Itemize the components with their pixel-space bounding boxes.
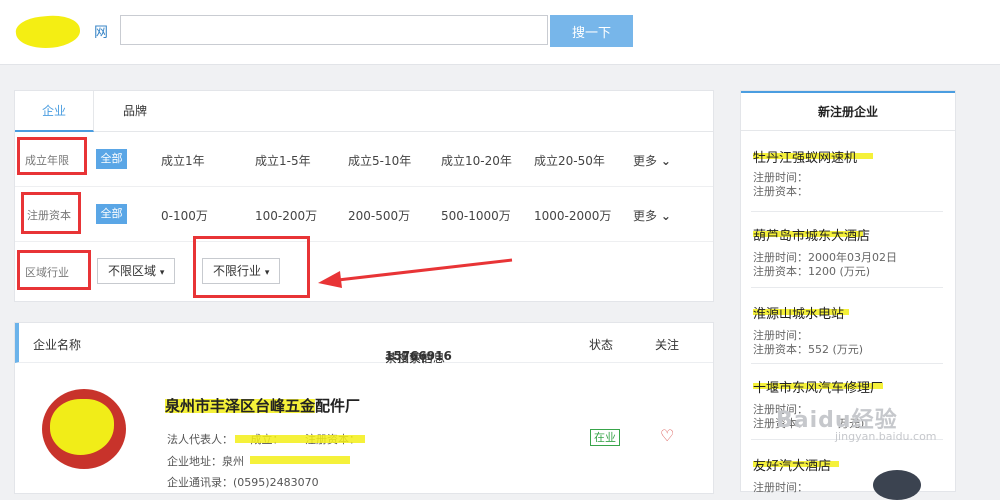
filter-option[interactable]: 500-1000万 xyxy=(441,207,511,224)
search-input[interactable] xyxy=(120,15,548,45)
filter-label-capital: 注册资本 xyxy=(27,209,71,222)
filter-option[interactable]: 成立5-10年 xyxy=(348,152,411,169)
redaction-mark xyxy=(250,456,350,464)
search-button[interactable]: 搜一下 xyxy=(550,15,633,47)
filter-option[interactable]: 100-200万 xyxy=(255,207,317,224)
sidebar-title: 新注册企业 xyxy=(741,91,955,131)
count-suffix: 条相关信息 xyxy=(385,351,446,365)
chevron-down-icon: ⌄ xyxy=(660,209,671,223)
filter-option[interactable]: 成立1年 xyxy=(161,152,205,169)
legal-label: 法人代表人： xyxy=(167,433,233,446)
sidebar-item-capital: 注册资本：1200 (万元) xyxy=(753,263,870,279)
region-dropdown-label: 不限区域 xyxy=(108,264,157,278)
capital-label: 注册资本： xyxy=(753,343,808,356)
filter-option[interactable]: 0-100万 xyxy=(161,207,208,224)
logo-text: 网 xyxy=(94,25,108,41)
filter-option[interactable]: 成立10-20年 xyxy=(441,152,512,169)
sidebar-item-name[interactable]: 友好汽大酒店 xyxy=(753,455,831,474)
sidebar-item-name[interactable]: 十堰市东风汽车修理厂 xyxy=(753,377,883,396)
company-address: 企业地址：泉州 xyxy=(167,453,244,469)
time-label: 注册时间： xyxy=(753,481,808,494)
more-founded[interactable]: 更多 ⌄ xyxy=(633,152,671,169)
sidebar-item-capital: 注册资本：552 (万元) xyxy=(753,341,863,357)
status-badge: 在业 xyxy=(590,429,620,446)
sidebar-item-name[interactable]: 牡丹江强蚁网速机 xyxy=(753,147,857,166)
capital-value: 1200 (万元) xyxy=(808,265,871,278)
divider xyxy=(751,287,943,288)
redaction-mark xyxy=(235,435,365,443)
more-label: 更多 xyxy=(633,154,658,168)
filter-option[interactable]: 1000-2000万 xyxy=(534,207,611,224)
more-capital[interactable]: 更多 ⌄ xyxy=(633,207,671,224)
col-follow: 关注 xyxy=(655,338,680,352)
tab-bar: 企业 品牌 xyxy=(15,91,713,132)
logo-redaction xyxy=(14,12,82,52)
annotation-arrow xyxy=(318,258,513,288)
sidebar-item-name[interactable]: 淮源山城水电站 xyxy=(753,303,844,322)
capital-value: 552 (万元) xyxy=(808,343,864,356)
company-phone: 企业通讯录：(0595)2483070 xyxy=(167,474,319,490)
address-value: 泉州 xyxy=(222,455,244,468)
phone-value: (0595)2483070 xyxy=(233,476,319,489)
industry-dropdown[interactable]: 不限行业 ▾ xyxy=(202,258,281,284)
chevron-down-icon: ⌄ xyxy=(660,154,671,168)
address-label: 企业地址： xyxy=(167,455,222,468)
col-status: 状态 xyxy=(589,338,614,352)
capital-label: 注册资本： xyxy=(753,185,808,198)
top-bar: 网 搜一下 xyxy=(0,0,1000,65)
caret-down-icon: ▾ xyxy=(264,268,270,278)
divider xyxy=(751,363,943,364)
tab-brand[interactable]: 品牌 xyxy=(115,91,155,131)
filter-option[interactable]: 成立1-5年 xyxy=(255,152,311,169)
watermark-url: jingyan.baidu.com xyxy=(835,430,937,443)
filter-all-capital[interactable]: 全部 xyxy=(96,204,127,224)
filter-option[interactable]: 200-500万 xyxy=(348,207,410,224)
filter-option[interactable]: 成立20-50年 xyxy=(534,152,605,169)
filter-row-capital: 注册资本 全部 0-100万 100-200万 200-500万 500-100… xyxy=(15,187,713,242)
company-logo[interactable] xyxy=(42,389,126,469)
capital-label: 注册资本： xyxy=(753,265,808,278)
site-logo[interactable]: 网 xyxy=(14,12,108,52)
company-name-link[interactable]: 泉州市丰泽区台峰五金配件厂 xyxy=(165,395,360,416)
logo-redaction xyxy=(50,399,114,455)
results-header: 企业名称 共搜索的 15766916 条相关信息 状态 关注 xyxy=(15,323,713,365)
filter-all-founded[interactable]: 全部 xyxy=(96,149,127,169)
region-dropdown[interactable]: 不限区域 ▾ xyxy=(97,258,176,284)
col-company-name: 企业名称 xyxy=(33,338,82,352)
filter-row-founded: 成立年限 全部 成立1年 成立1-5年 成立5-10年 成立10-20年 成立2… xyxy=(15,132,713,187)
results-panel: 企业名称 共搜索的 15766916 条相关信息 状态 关注 泉州市丰泽区台峰五金… xyxy=(14,322,714,494)
more-label: 更多 xyxy=(633,209,658,223)
sidebar-item-name[interactable]: 葫芦岛市城东大酒店 xyxy=(753,225,870,244)
sidebar-item-time: 注册时间： xyxy=(753,479,808,495)
floating-widget[interactable] xyxy=(873,470,921,500)
tab-company[interactable]: 企业 xyxy=(15,91,94,132)
sidebar-item-capital: 注册资本： xyxy=(753,183,808,199)
filter-label-founded: 成立年限 xyxy=(25,154,69,167)
divider xyxy=(751,211,943,212)
industry-dropdown-label: 不限行业 xyxy=(213,264,262,278)
caret-down-icon: ▾ xyxy=(159,268,165,278)
heart-icon[interactable]: ♡ xyxy=(660,426,674,445)
phone-label: 企业通讯录： xyxy=(167,476,233,489)
filter-label-region-industry: 区域行业 xyxy=(25,266,69,279)
